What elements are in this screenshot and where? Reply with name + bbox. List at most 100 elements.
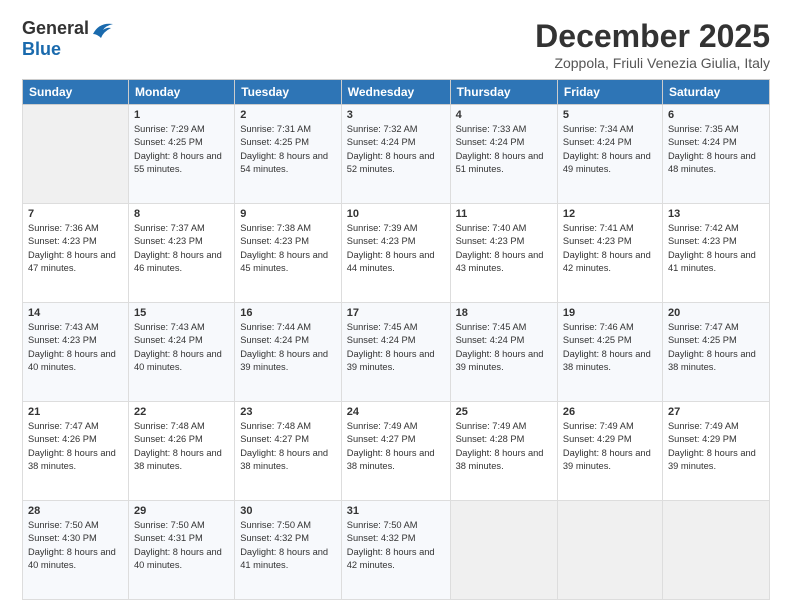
cell-info: Sunrise: 7:50 AMSunset: 4:31 PMDaylight:… <box>134 520 222 570</box>
calendar-week-row: 7Sunrise: 7:36 AMSunset: 4:23 PMDaylight… <box>23 204 770 303</box>
calendar-week-row: 14 Sunrise: 7:43 AMSunset: 4:23 PMDayligh… <box>23 303 770 402</box>
day-number: 25 <box>456 406 552 418</box>
logo: General Blue <box>22 18 113 60</box>
day-number: 4 <box>456 109 552 121</box>
day-number: 9 <box>240 208 336 220</box>
calendar-cell: 6Sunrise: 7:35 AMSunset: 4:24 PMDaylight… <box>662 105 769 204</box>
calendar-cell: 28 Sunrise: 7:50 AMSunset: 4:30 PMDayligh… <box>23 501 129 600</box>
calendar-cell: 9 Sunrise: 7:38 AMSunset: 4:23 PMDaylight… <box>235 204 342 303</box>
calendar-week-row: 28 Sunrise: 7:50 AMSunset: 4:30 PMDayligh… <box>23 501 770 600</box>
cell-info: Sunrise: 7:41 AMSunset: 4:23 PMDaylight:… <box>563 223 651 273</box>
calendar-cell: 7Sunrise: 7:36 AMSunset: 4:23 PMDaylight… <box>23 204 129 303</box>
cell-info: Sunrise: 7:40 AMSunset: 4:23 PMDaylight:… <box>456 223 544 273</box>
calendar-week-row: 21 Sunrise: 7:47 AMSunset: 4:26 PMDayligh… <box>23 402 770 501</box>
calendar-cell: 8 Sunrise: 7:37 AMSunset: 4:23 PMDaylight… <box>128 204 234 303</box>
cell-info: Sunrise: 7:45 AMSunset: 4:24 PMDaylight:… <box>347 322 435 372</box>
day-number: 24 <box>347 406 445 418</box>
day-number: 8 <box>134 208 229 220</box>
day-number: 11 <box>456 208 552 220</box>
col-monday: Monday <box>128 80 234 105</box>
calendar-week-row: 1Sunrise: 7:29 AMSunset: 4:25 PMDaylight… <box>23 105 770 204</box>
calendar-cell: 2 Sunrise: 7:31 AMSunset: 4:25 PMDaylight… <box>235 105 342 204</box>
day-number: 13 <box>668 208 764 220</box>
calendar-cell <box>662 501 769 600</box>
logo-general-text: General <box>22 18 89 39</box>
cell-info: Sunrise: 7:50 AMSunset: 4:32 PMDaylight:… <box>240 520 328 570</box>
calendar-cell: 20 Sunrise: 7:47 AMSunset: 4:25 PMDayligh… <box>662 303 769 402</box>
calendar-cell: 25 Sunrise: 7:49 AMSunset: 4:28 PMDayligh… <box>450 402 557 501</box>
calendar-cell: 22 Sunrise: 7:48 AMSunset: 4:26 PMDayligh… <box>128 402 234 501</box>
day-number: 29 <box>134 505 229 517</box>
calendar-cell: 17 Sunrise: 7:45 AMSunset: 4:24 PMDayligh… <box>341 303 450 402</box>
calendar-cell: 24 Sunrise: 7:49 AMSunset: 4:27 PMDayligh… <box>341 402 450 501</box>
day-number: 2 <box>240 109 336 121</box>
day-number: 31 <box>347 505 445 517</box>
day-number: 20 <box>668 307 764 319</box>
col-thursday: Thursday <box>450 80 557 105</box>
title-area: December 2025 Zoppola, Friuli Venezia Gi… <box>535 18 770 71</box>
cell-info: Sunrise: 7:49 AMSunset: 4:28 PMDaylight:… <box>456 421 544 471</box>
day-number: 6 <box>668 109 764 121</box>
cell-info: Sunrise: 7:48 AMSunset: 4:26 PMDaylight:… <box>134 421 222 471</box>
day-number: 15 <box>134 307 229 319</box>
cell-info: Sunrise: 7:50 AMSunset: 4:32 PMDaylight:… <box>347 520 435 570</box>
col-tuesday: Tuesday <box>235 80 342 105</box>
day-number: 7 <box>28 208 123 220</box>
day-number: 14 <box>28 307 123 319</box>
day-number: 28 <box>28 505 123 517</box>
day-number: 26 <box>563 406 657 418</box>
day-number: 21 <box>28 406 123 418</box>
cell-info: Sunrise: 7:47 AMSunset: 4:26 PMDaylight:… <box>28 421 116 471</box>
day-number: 22 <box>134 406 229 418</box>
cell-info: Sunrise: 7:49 AMSunset: 4:27 PMDaylight:… <box>347 421 435 471</box>
cell-info: Sunrise: 7:29 AMSunset: 4:25 PMDaylight:… <box>134 124 222 174</box>
calendar-cell: 1Sunrise: 7:29 AMSunset: 4:25 PMDaylight… <box>128 105 234 204</box>
calendar-cell: 11 Sunrise: 7:40 AMSunset: 4:23 PMDayligh… <box>450 204 557 303</box>
cell-info: Sunrise: 7:47 AMSunset: 4:25 PMDaylight:… <box>668 322 756 372</box>
calendar-cell: 12 Sunrise: 7:41 AMSunset: 4:23 PMDayligh… <box>557 204 662 303</box>
calendar-cell: 3Sunrise: 7:32 AMSunset: 4:24 PMDaylight… <box>341 105 450 204</box>
calendar-cell: 5Sunrise: 7:34 AMSunset: 4:24 PMDaylight… <box>557 105 662 204</box>
calendar-cell: 13Sunrise: 7:42 AMSunset: 4:23 PMDayligh… <box>662 204 769 303</box>
calendar-cell <box>450 501 557 600</box>
header: General Blue December 2025 Zoppola, Friu… <box>22 18 770 71</box>
cell-info: Sunrise: 7:37 AMSunset: 4:23 PMDaylight:… <box>134 223 222 273</box>
location-subtitle: Zoppola, Friuli Venezia Giulia, Italy <box>535 55 770 71</box>
cell-info: Sunrise: 7:49 AMSunset: 4:29 PMDaylight:… <box>563 421 651 471</box>
calendar-cell: 18Sunrise: 7:45 AMSunset: 4:24 PMDayligh… <box>450 303 557 402</box>
day-number: 12 <box>563 208 657 220</box>
cell-info: Sunrise: 7:33 AMSunset: 4:24 PMDaylight:… <box>456 124 544 174</box>
cell-info: Sunrise: 7:34 AMSunset: 4:24 PMDaylight:… <box>563 124 651 174</box>
calendar-cell: 30Sunrise: 7:50 AMSunset: 4:32 PMDayligh… <box>235 501 342 600</box>
calendar-header-row: Sunday Monday Tuesday Wednesday Thursday… <box>23 80 770 105</box>
calendar-cell: 14 Sunrise: 7:43 AMSunset: 4:23 PMDayligh… <box>23 303 129 402</box>
day-number: 10 <box>347 208 445 220</box>
calendar-cell: 31 Sunrise: 7:50 AMSunset: 4:32 PMDayligh… <box>341 501 450 600</box>
calendar-cell: 21 Sunrise: 7:47 AMSunset: 4:26 PMDayligh… <box>23 402 129 501</box>
cell-info: Sunrise: 7:43 AMSunset: 4:23 PMDaylight:… <box>28 322 116 372</box>
calendar-cell <box>23 105 129 204</box>
col-sunday: Sunday <box>23 80 129 105</box>
calendar-cell: 15Sunrise: 7:43 AMSunset: 4:24 PMDayligh… <box>128 303 234 402</box>
col-friday: Friday <box>557 80 662 105</box>
cell-info: Sunrise: 7:39 AMSunset: 4:23 PMDaylight:… <box>347 223 435 273</box>
cell-info: Sunrise: 7:49 AMSunset: 4:29 PMDaylight:… <box>668 421 756 471</box>
day-number: 16 <box>240 307 336 319</box>
logo-blue-text: Blue <box>22 39 61 59</box>
month-title: December 2025 <box>535 18 770 55</box>
day-number: 27 <box>668 406 764 418</box>
calendar-cell: 29 Sunrise: 7:50 AMSunset: 4:31 PMDayligh… <box>128 501 234 600</box>
calendar-cell: 19Sunrise: 7:46 AMSunset: 4:25 PMDayligh… <box>557 303 662 402</box>
day-number: 17 <box>347 307 445 319</box>
day-number: 3 <box>347 109 445 121</box>
col-wednesday: Wednesday <box>341 80 450 105</box>
calendar-cell: 10 Sunrise: 7:39 AMSunset: 4:23 PMDayligh… <box>341 204 450 303</box>
cell-info: Sunrise: 7:46 AMSunset: 4:25 PMDaylight:… <box>563 322 651 372</box>
cell-info: Sunrise: 7:31 AMSunset: 4:25 PMDaylight:… <box>240 124 328 174</box>
calendar-table: Sunday Monday Tuesday Wednesday Thursday… <box>22 79 770 600</box>
calendar-cell: 16Sunrise: 7:44 AMSunset: 4:24 PMDayligh… <box>235 303 342 402</box>
cell-info: Sunrise: 7:45 AMSunset: 4:24 PMDaylight:… <box>456 322 544 372</box>
day-number: 23 <box>240 406 336 418</box>
cell-info: Sunrise: 7:50 AMSunset: 4:30 PMDaylight:… <box>28 520 116 570</box>
cell-info: Sunrise: 7:38 AMSunset: 4:23 PMDaylight:… <box>240 223 328 273</box>
